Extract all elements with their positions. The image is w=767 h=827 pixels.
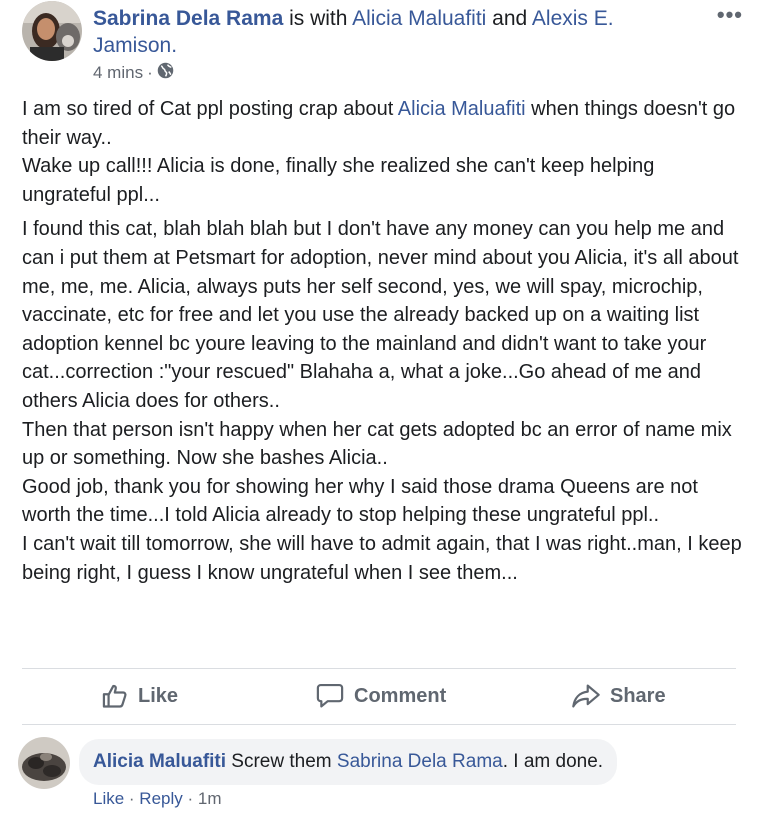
share-button[interactable]: Share: [571, 668, 666, 724]
like-label: Like: [138, 684, 179, 707]
and-text: and: [486, 7, 532, 30]
comment-button[interactable]: Comment: [315, 668, 446, 724]
p5-text: I can't wait till tomorrow, she will hav…: [22, 532, 742, 584]
tagged-user-1[interactable]: Alicia Maluafiti: [352, 7, 486, 30]
post-header-text: Sabrina Dela Rama is with Alicia Maluafi…: [93, 5, 693, 59]
paragraph-1: I am so tired of Cat ppl posting crap ab…: [22, 95, 742, 209]
post-meta: 4 mins ·: [93, 62, 174, 84]
p1-text-a: I am so tired of Cat ppl posting crap ab…: [22, 98, 398, 120]
like-icon: [101, 682, 129, 710]
meta-separator: ·: [147, 63, 153, 82]
action-bar: Like Comment Share: [22, 668, 736, 724]
comment-timestamp[interactable]: 1m: [198, 789, 222, 808]
comment-bubble: Alicia Maluafiti Screw them Sabrina Dela…: [79, 739, 618, 785]
comment-reply-link[interactable]: Reply: [139, 789, 182, 808]
comment-dot-1: ·: [124, 789, 140, 808]
share-label: Share: [610, 684, 666, 707]
paragraph-2: I found this cat, blah blah blah but I d…: [22, 215, 742, 587]
comment-label: Comment: [354, 684, 447, 707]
comment-text-b: . I am done.: [502, 751, 604, 772]
author-avatar[interactable]: [22, 1, 82, 61]
globe-icon[interactable]: [157, 62, 174, 84]
comment-like-link[interactable]: Like: [93, 789, 124, 808]
comment-mention[interactable]: Sabrina Dela Rama: [337, 751, 503, 772]
like-button[interactable]: Like: [101, 668, 178, 724]
comment-icon: [315, 682, 345, 710]
p1-text-c: Wake up call!!! Alicia is done, finally …: [22, 155, 655, 206]
p2-text: I found this cat, blah blah blah but I d…: [22, 218, 739, 412]
with-text: is with: [283, 7, 353, 30]
comment-meta: Like · Reply · 1m: [93, 789, 222, 809]
post-timestamp[interactable]: 4 mins: [93, 63, 143, 83]
commenter-avatar[interactable]: [18, 737, 70, 789]
share-icon: [571, 682, 601, 710]
comment-text-a: Screw them: [226, 751, 337, 772]
p4-text: Good job, thank you for showing her why …: [22, 475, 698, 527]
comment-dot-2: ·: [182, 789, 198, 808]
post-header: Sabrina Dela Rama is with Alicia Maluafi…: [22, 0, 767, 90]
more-options-icon[interactable]: •••: [717, 2, 743, 28]
author-name[interactable]: Sabrina Dela Rama: [93, 7, 283, 30]
divider-bottom: [22, 724, 736, 725]
p3-text: Then that person isn't happy when her ca…: [22, 418, 732, 470]
p1-mention[interactable]: Alicia Maluafiti: [398, 98, 526, 120]
post-body: I am so tired of Cat ppl posting crap ab…: [22, 95, 742, 587]
commenter-name[interactable]: Alicia Maluafiti: [93, 751, 226, 772]
